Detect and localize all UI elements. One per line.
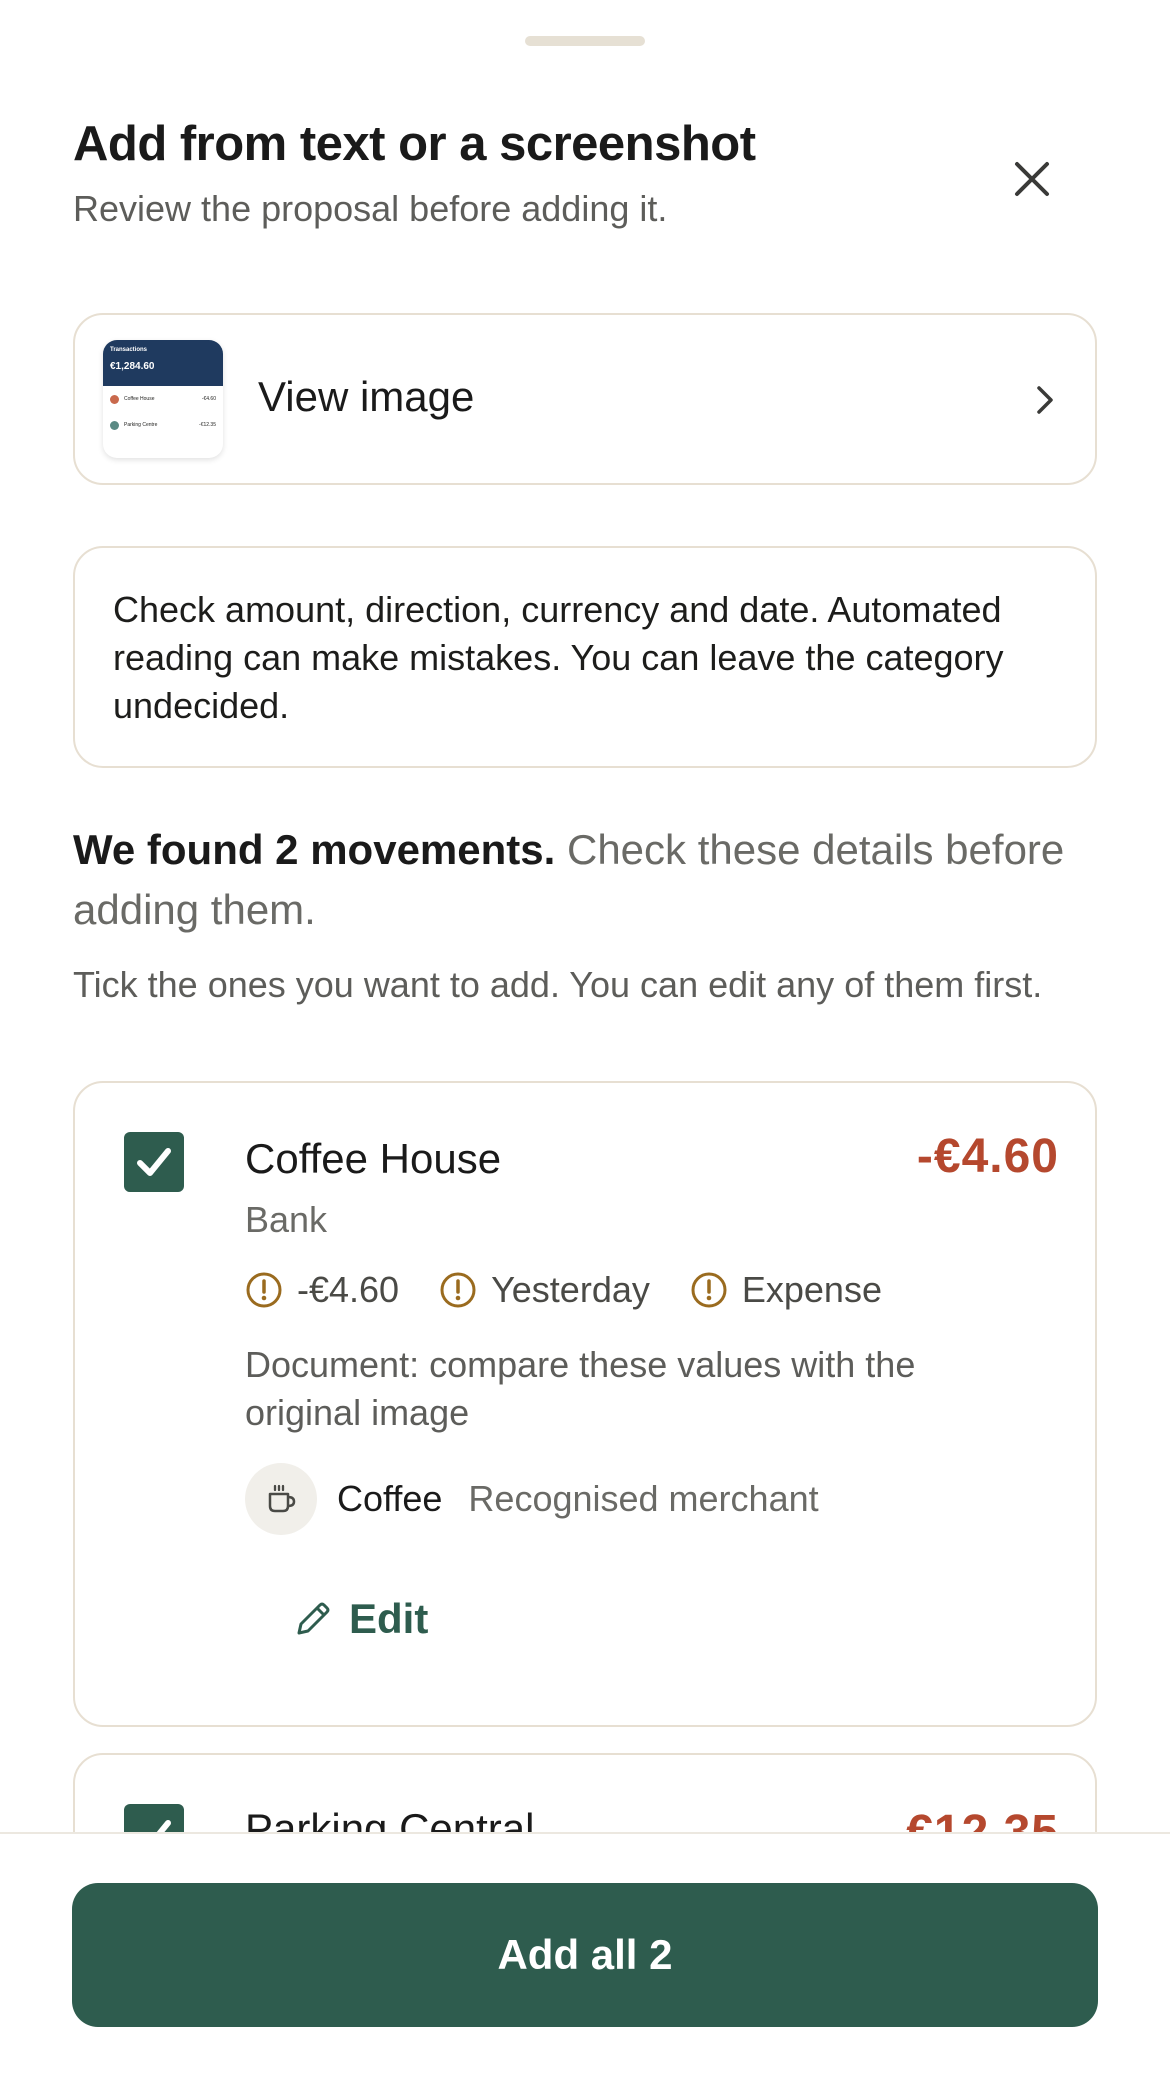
pencil-icon xyxy=(297,1602,330,1635)
sheet-subtitle: Review the proposal before adding it. xyxy=(73,188,668,229)
movement-amount: -€4.60 xyxy=(916,1130,1059,1183)
direction-check-chip: Expense xyxy=(690,1269,882,1311)
warning-circle-icon xyxy=(691,1272,727,1308)
movement-name: Coffee House xyxy=(245,1135,502,1182)
thumbnail-balance: €1,284.60 xyxy=(110,361,155,372)
edit-label: Edit xyxy=(349,1595,429,1642)
thumbnail-row: Coffee House -€4.60 xyxy=(103,386,223,412)
date-check-label: Yesterday xyxy=(491,1269,650,1310)
edit-movement-button[interactable]: Edit xyxy=(291,1595,428,1643)
thumbnail-dot xyxy=(110,394,119,404)
close-icon xyxy=(1015,162,1049,196)
screenshot-thumbnail: Transactions €1,284.60 Coffee House -€4.… xyxy=(103,340,223,458)
view-image-label: View image xyxy=(258,373,475,420)
checkmark-icon xyxy=(137,1148,171,1176)
movement-card: Coffee House -€4.60 Bank -€4.60 Yesterda… xyxy=(73,1081,1097,1727)
add-all-button[interactable]: Add all 2 xyxy=(72,1883,1098,2027)
direction-check-label: Expense xyxy=(741,1269,882,1310)
thumbnail-row: Parking Centre -€12.35 xyxy=(103,412,223,438)
thumbnail-dot xyxy=(110,420,119,430)
review-notice-text: Check amount, direction, currency and da… xyxy=(113,589,1004,726)
document-note: Document: compare these values with the … xyxy=(245,1344,916,1433)
amount-check-label: -€4.60 xyxy=(297,1269,400,1310)
category-row: Coffee Recognised merchant xyxy=(245,1463,819,1535)
warning-circle-icon xyxy=(440,1272,476,1308)
sheet-title: Add from text or a screenshot xyxy=(73,117,756,171)
date-check-chip: Yesterday xyxy=(439,1269,650,1311)
movement-checkbox[interactable] xyxy=(124,1132,184,1192)
thumbnail-title: Transactions xyxy=(110,347,148,353)
movement-account: Bank xyxy=(245,1199,328,1240)
review-notice: Check amount, direction, currency and da… xyxy=(73,546,1097,768)
sheet-footer: Add all 2 xyxy=(0,1832,1170,2073)
category-source: Recognised merchant xyxy=(468,1478,819,1519)
coffee-cup-icon xyxy=(245,1463,317,1535)
tick-instruction: Tick the ones you want to add. You can e… xyxy=(73,964,1043,1005)
thumbnail-row-name: Parking Centre xyxy=(124,422,158,428)
close-button[interactable] xyxy=(1000,147,1064,211)
chevron-right-icon xyxy=(1037,386,1053,414)
thumbnail-row-name: Coffee House xyxy=(124,396,155,402)
bottom-sheet: Add from text or a screenshot Review the… xyxy=(0,0,1170,2073)
thumbnail-row-amount: -€4.60 xyxy=(201,396,216,402)
movements-count-text: We found 2 movements. xyxy=(73,826,556,873)
sheet-grabber[interactable] xyxy=(525,36,645,46)
movements-summary: We found 2 movements. Check these detail… xyxy=(73,820,1083,940)
thumbnail-row-amount: -€12.35 xyxy=(199,422,216,428)
warning-circle-icon xyxy=(246,1272,282,1308)
view-image-card[interactable]: Transactions €1,284.60 Coffee House -€4.… xyxy=(73,313,1097,485)
category-name: Coffee xyxy=(337,1478,443,1519)
check-chips: -€4.60 Yesterday Expense xyxy=(245,1269,922,1311)
amount-check-chip: -€4.60 xyxy=(245,1269,399,1311)
